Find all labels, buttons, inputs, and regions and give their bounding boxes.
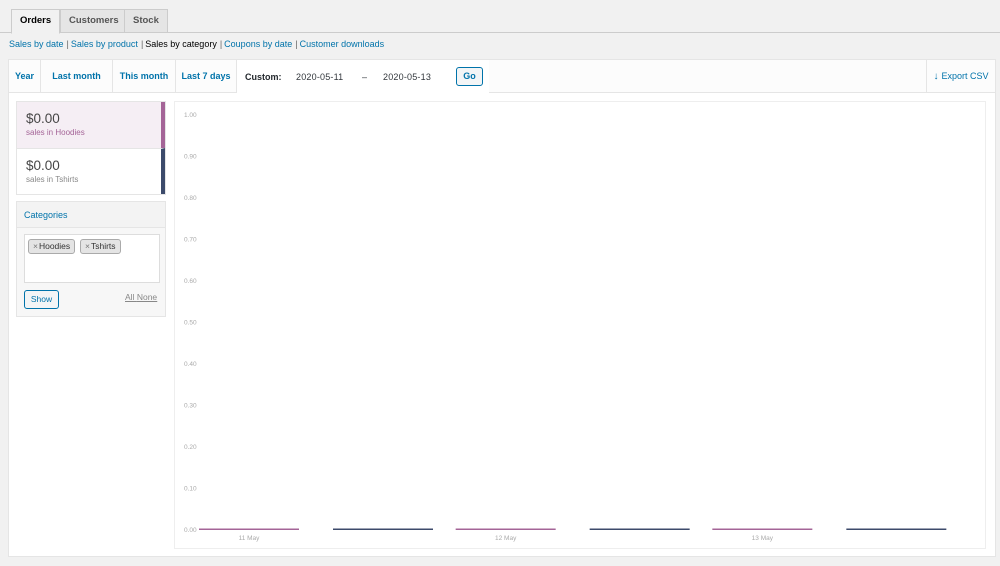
chart-canvas: 0.00 0.10 0.20 0.30 0.40 0.50 0.60 0.70 0.80 0.90… — [184, 112, 947, 542]
y-tick-label: 0.50 — [184, 320, 197, 327]
y-tick-label: 1.00 — [184, 112, 197, 119]
report-subnav: Sales by date | Sales by product | Sales by … — [9, 39, 384, 51]
bar-tshirts-1[interactable] — [589, 528, 690, 531]
y-tick-label: 0.00 — [184, 527, 197, 534]
sales-chart: 0.00 0.10 0.20 0.30 0.40 0.50 0.60 0.70 0.80 0.90… — [174, 101, 986, 549]
date-separator: – — [362, 72, 368, 82]
y-tick-label: 0.20 — [184, 444, 197, 451]
chip-label: Hoodies — [38, 241, 71, 251]
subnav-sales-by-product[interactable]: Sales by product — [71, 39, 138, 49]
subnav-customer-downloads[interactable]: Customer downloads — [300, 39, 385, 49]
bar-tshirts-0[interactable] — [333, 528, 433, 531]
download-arrow-icon: ↓ — [933, 71, 939, 82]
y-tick-label: 0.40 — [184, 361, 197, 368]
subnav-coupons-by-date[interactable]: Coupons by date — [224, 39, 292, 49]
tab-orders[interactable]: Orders — [11, 9, 61, 34]
range-this-month[interactable]: This month — [113, 60, 176, 93]
tab-stock[interactable]: Stock — [124, 9, 168, 33]
range-last-month[interactable]: Last month — [41, 60, 113, 93]
select-none-link[interactable]: None — [137, 292, 157, 302]
subnav-sales-by-date[interactable]: Sales by date — [9, 39, 64, 49]
y-tick-label: 0.10 — [184, 486, 197, 493]
remove-icon[interactable]: × — [33, 241, 38, 251]
y-tick-label: 0.90 — [184, 154, 197, 161]
x-tick-label: 13 May — [752, 535, 774, 542]
categories-widget: Categories ×Hoodies ×Tshirts Show All No… — [16, 201, 166, 317]
legend-label: sales in Hoodies — [26, 128, 85, 137]
y-tick-label: 0.60 — [184, 278, 197, 285]
bar-hoodies-2[interactable] — [712, 528, 813, 531]
range-last-7-days[interactable]: Last 7 days — [176, 60, 237, 93]
end-date-input[interactable]: 2020-05-13 — [383, 72, 431, 82]
chip-label: Tshirts — [90, 241, 116, 251]
categories-title[interactable]: Categories — [17, 202, 165, 228]
tab-customers[interactable]: Customers — [60, 9, 128, 33]
category-select[interactable]: ×Hoodies ×Tshirts — [24, 234, 160, 283]
y-tick-label: 0.80 — [184, 195, 197, 202]
report-tabs: Orders Customers Stock — [0, 0, 1000, 34]
category-chip-tshirts: ×Tshirts — [80, 239, 121, 254]
legend-amount: $0.00 — [26, 111, 60, 126]
go-button[interactable]: Go — [456, 67, 483, 86]
bar-tshirts-2[interactable] — [846, 528, 947, 531]
subnav-separator: | — [66, 39, 69, 49]
subnav-separator: | — [295, 39, 298, 49]
custom-range: Custom: 2020-05-11 – 2020-05-13 Go — [237, 60, 489, 94]
select-all-link[interactable]: All — [125, 292, 134, 302]
subnav-separator: | — [219, 39, 223, 49]
category-chip-hoodies: ×Hoodies — [28, 239, 76, 254]
legend-amount: $0.00 — [26, 158, 60, 173]
y-tick-label: 0.30 — [184, 403, 197, 410]
start-date-input[interactable]: 2020-05-11 — [296, 72, 343, 82]
x-tick-label: 12 May — [495, 535, 517, 542]
bar-hoodies-0[interactable] — [199, 528, 299, 531]
legend-label: sales in Tshirts — [26, 175, 79, 184]
show-button[interactable]: Show — [24, 290, 59, 309]
chart-legend: $0.00 sales in Hoodies $0.00 sales in Ts… — [16, 101, 166, 195]
date-range-bar: Year Last month This month Last 7 days C… — [9, 60, 995, 94]
custom-label: Custom: — [245, 72, 282, 82]
legend-item-hoodies[interactable]: $0.00 sales in Hoodies — [17, 102, 165, 148]
subnav-separator: | — [140, 39, 144, 49]
bar-hoodies-1[interactable] — [455, 528, 556, 531]
select-all-none: All None — [125, 292, 157, 302]
subnav-sales-by-category: Sales by category — [145, 39, 217, 49]
export-csv-button[interactable]: ↓ Export CSV — [926, 60, 995, 93]
legend-item-tshirts[interactable]: $0.00 sales in Tshirts — [17, 148, 165, 194]
y-tick-label: 0.70 — [184, 237, 197, 244]
range-year[interactable]: Year — [9, 60, 41, 93]
remove-icon[interactable]: × — [85, 241, 90, 251]
x-tick-label: 11 May — [239, 535, 261, 542]
export-csv-label: Export CSV — [941, 71, 989, 81]
